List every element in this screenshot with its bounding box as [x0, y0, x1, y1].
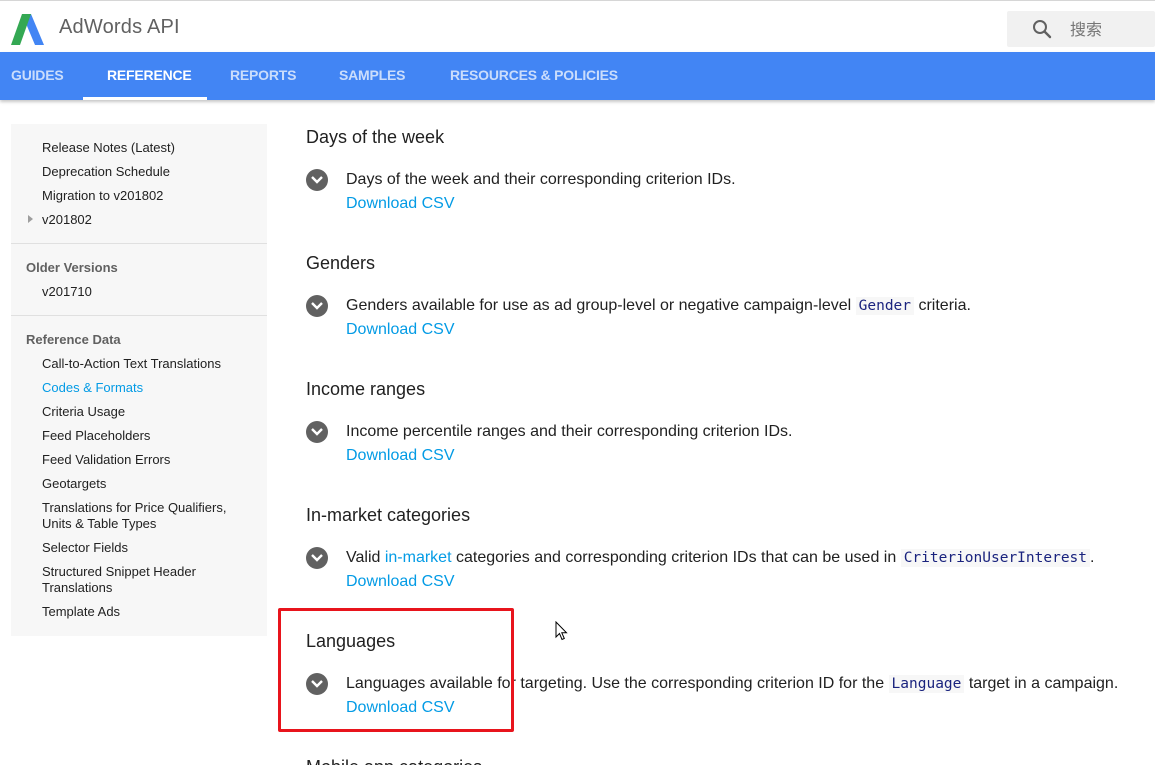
section-title-income-ranges: Income ranges [306, 379, 426, 399]
code-criterion-user-interest: CriterionUserInterest [900, 549, 1091, 567]
sidebar-item-codes-formats[interactable]: Codes & Formats [42, 380, 143, 396]
section-description: Income percentile ranges and their corre… [346, 423, 793, 440]
sidebar-divider [11, 315, 267, 316]
top-header: AdWords API [0, 0, 1155, 52]
tab-reference[interactable]: REFERENCE [107, 52, 192, 100]
section-description: Valid in-market categories and correspon… [346, 547, 1094, 569]
sidebar-item-v201802[interactable]: v201802 [42, 212, 92, 228]
sidebar-item-feed-placeholders[interactable]: Feed Placeholders [42, 428, 150, 444]
desc-text: Genders available for use as ad group-le… [346, 297, 856, 314]
chevron-down-icon[interactable] [306, 421, 328, 443]
section-description: Days of the week and their corresponding… [346, 171, 736, 188]
tab-samples[interactable]: SAMPLES [339, 52, 405, 100]
sidebar-item-release-notes[interactable]: Release Notes (Latest) [42, 140, 175, 156]
desc-text: target in a campaign. [964, 675, 1119, 692]
tab-guides[interactable]: GUIDES [11, 52, 64, 100]
sidebar-item-cta-translations[interactable]: Call-to-Action Text Translations [42, 356, 221, 372]
section-title-genders: Genders [306, 253, 376, 273]
main-nav: GUIDES REFERENCE REPORTS SAMPLES RESOURC… [0, 52, 1155, 100]
desc-text: Languages available for targeting. Use t… [346, 675, 889, 692]
sidebar-item-price-qualifiers[interactable]: Translations for Price Qualifiers, Units… [42, 500, 226, 532]
desc-text: Valid [346, 549, 385, 566]
tab-resources-policies[interactable]: RESOURCES & POLICIES [450, 52, 618, 100]
download-csv-link[interactable]: Download CSV [346, 193, 455, 215]
download-csv-link[interactable]: Download CSV [346, 697, 455, 719]
section-title-in-market: In-market categories [306, 505, 471, 525]
expand-arrow-icon[interactable] [28, 215, 33, 223]
sidebar-item-deprecation-schedule[interactable]: Deprecation Schedule [42, 164, 170, 180]
tab-reports[interactable]: REPORTS [230, 52, 296, 100]
sidebar: Release Notes (Latest) Deprecation Sched… [11, 124, 267, 636]
code-language: Language [888, 675, 965, 693]
chevron-down-icon[interactable] [306, 547, 328, 569]
section-description: Languages available for targeting. Use t… [346, 673, 1118, 695]
section-title-days-of-week: Days of the week [306, 127, 445, 147]
sidebar-item-template-ads[interactable]: Template Ads [42, 604, 120, 620]
search-icon[interactable] [1032, 19, 1052, 39]
mouse-cursor-icon [555, 621, 568, 641]
section-description: Genders available for use as ad group-le… [346, 295, 971, 317]
sidebar-item-selector-fields[interactable]: Selector Fields [42, 540, 128, 556]
sidebar-item-feed-validation-errors[interactable]: Feed Validation Errors [42, 452, 170, 468]
download-csv-link[interactable]: Download CSV [346, 445, 455, 467]
search-input[interactable] [1070, 15, 1150, 43]
sidebar-heading-reference-data: Reference Data [26, 332, 121, 347]
sidebar-item-label: Units & Table Types [42, 516, 157, 531]
desc-text: criteria. [914, 297, 971, 314]
download-csv-link[interactable]: Download CSV [346, 571, 455, 593]
download-csv-link[interactable]: Download CSV [346, 319, 455, 341]
sidebar-divider [11, 243, 267, 244]
adwords-logo-icon[interactable] [11, 14, 44, 45]
sidebar-item-label: Structured Snippet Header [42, 564, 196, 579]
sidebar-item-label: Translations for Price Qualifiers, [42, 500, 227, 515]
sidebar-item-migration[interactable]: Migration to v201802 [42, 188, 163, 204]
chevron-down-icon[interactable] [306, 673, 328, 695]
chevron-down-icon[interactable] [306, 169, 328, 191]
in-market-link[interactable]: in-market [385, 549, 452, 566]
sidebar-item-structured-snippet[interactable]: Structured Snippet Header Translations [42, 564, 196, 596]
section-title-languages: Languages [306, 631, 396, 651]
code-gender: Gender [855, 297, 915, 315]
desc-text: categories and corresponding criterion I… [451, 549, 901, 566]
sidebar-item-criteria-usage[interactable]: Criteria Usage [42, 404, 125, 420]
chevron-down-icon[interactable] [306, 295, 328, 317]
active-tab-indicator [83, 97, 207, 100]
sidebar-item-label: Translations [42, 580, 113, 595]
desc-text: . [1090, 549, 1095, 566]
section-title-mobile-app-categories: Mobile app categories [306, 755, 482, 765]
sidebar-item-geotargets[interactable]: Geotargets [42, 476, 106, 492]
sidebar-heading-older-versions: Older Versions [26, 260, 118, 275]
app-title[interactable]: AdWords API [59, 16, 180, 39]
sidebar-item-v201710[interactable]: v201710 [42, 284, 92, 300]
